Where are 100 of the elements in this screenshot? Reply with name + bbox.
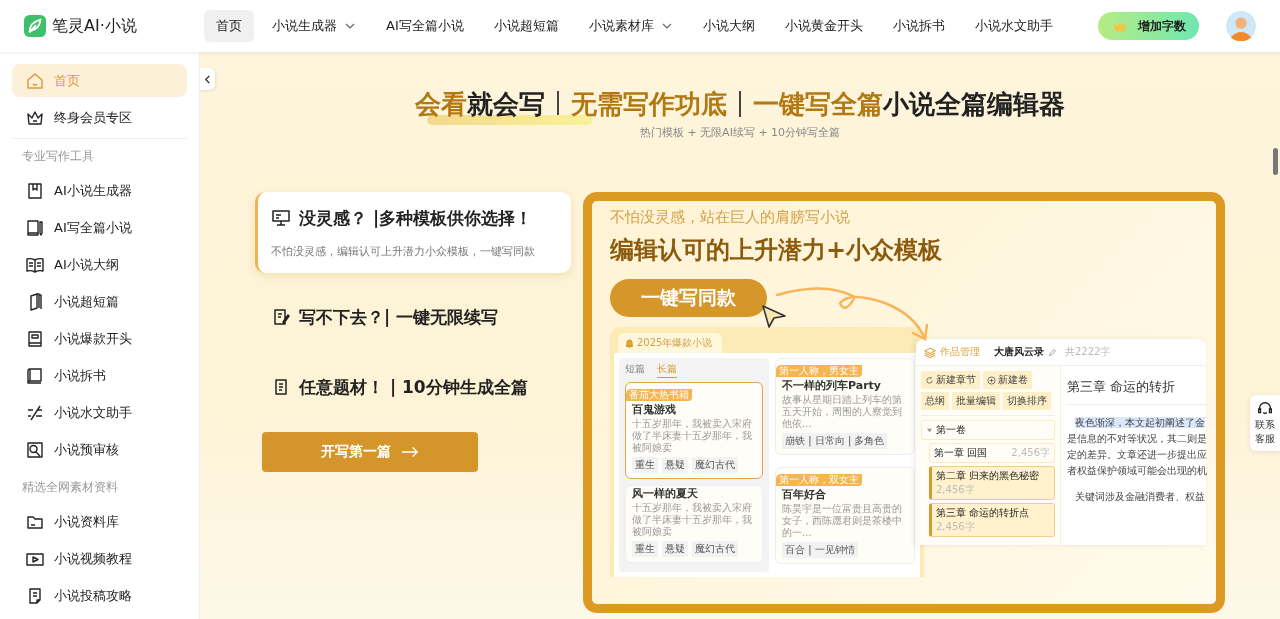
text-line: 是信息的不对等状况，其二则是 [1067, 433, 1207, 444]
pencil-icon [1048, 347, 1057, 357]
chapter-title: 第一章 回国 [934, 446, 988, 460]
tag: 魔幻古代 [692, 457, 738, 473]
subtitle: 热门模板 + 无限AI续写 + 10分钟写全篇 [638, 125, 842, 141]
nav-link[interactable]: 首页 [204, 10, 254, 42]
nav-link[interactable]: 小说拆书 [880, 10, 957, 42]
story-card[interactable]: 番茄大热书籍 百鬼游戏 十五岁那年，我被卖入宋府做了半床妻十五岁那年，我被阿娘卖 重生 悬疑 魔幻古代 [625, 382, 763, 479]
book-icon [25, 180, 45, 201]
story-description: 十五岁那年，我被卖入宋府做了半床妻十五岁那年，我被阿娘卖 [632, 502, 753, 538]
chapter-heading: 第三章 命运的转折 [1067, 378, 1177, 396]
scrollbar-thumb[interactable] [1273, 148, 1278, 175]
stack-icon [924, 346, 936, 358]
toolbar-button[interactable]: 批量编辑 [952, 392, 1000, 410]
tab-label: 2025年爆款小说 [637, 336, 713, 350]
logo-text: 笔灵AI·小说 [52, 15, 137, 37]
book-title: 大唐风云录 [994, 345, 1044, 359]
caret-icon [926, 426, 933, 434]
volume-item[interactable]: 第一卷 [921, 420, 1055, 440]
nav-link[interactable]: 小说生成器 [260, 10, 368, 42]
add-words-button[interactable]: 增加字数 [1098, 12, 1199, 40]
tag: 百合 | 一见钟情 [782, 542, 858, 558]
plus-circle-icon [987, 375, 996, 385]
logo-icon [24, 15, 46, 37]
toolbar-button[interactable]: 新建卷 [983, 371, 1032, 389]
story-description: 十五岁那年，我被卖入宋府做了半床妻十五岁那年，我被阿娘卖 [632, 418, 753, 454]
section-heading: 专业写作工具 [21, 148, 95, 165]
feature-item[interactable]: 任意题材！ | 10分钟生成全篇 [255, 367, 571, 407]
badge: 第一人称，双女主 [776, 474, 862, 486]
text-line: 关键词涉及金融消费者、权益 [1075, 491, 1205, 502]
tag: 重生 [632, 457, 658, 473]
search-icon [25, 439, 45, 460]
sidebar-item[interactable]: 小说爆款开头 [12, 322, 187, 355]
customer-service-button[interactable]: 联系客服 [1250, 395, 1280, 451]
toolbar-button[interactable]: 总纲 [921, 392, 949, 410]
nav-link[interactable]: 小说黄金开头 [772, 10, 875, 42]
chapter-item[interactable]: 第二章 归来的黑色秘密 2,456字 [929, 466, 1055, 500]
headline-text: 会看 [415, 88, 467, 121]
feature-card[interactable]: 没灵感？ |多种模板供你选择！ 不怕没灵感，编辑认可上升潜力小众模板，一键写同款 [255, 192, 571, 273]
feature-title: 没灵感？ |多种模板供你选择！ [299, 206, 533, 230]
sidebar-item[interactable]: 小说投稿攻略 [12, 579, 187, 612]
arrow-right-icon [401, 446, 419, 458]
text-line: 定的差异。文章还进一步提出应 [1067, 449, 1207, 460]
chapter-item[interactable]: 第一章 回国 2,456字 [929, 443, 1055, 463]
sidebar-item[interactable]: AI写全篇小说 [12, 211, 187, 244]
feature-title: 任意题材！ | 10分钟生成全篇 [299, 375, 528, 399]
nav-link[interactable]: 小说大纲 [690, 10, 767, 42]
section-heading: 精选全网素材资料 [21, 479, 119, 496]
toolbar-button[interactable]: 新建章节 [921, 371, 980, 389]
sidebar-item[interactable]: 小说视频教程 [12, 542, 187, 575]
sidebar-item[interactable]: 小说预审核 [12, 433, 187, 466]
chapter-word-count: 2,456字 [936, 520, 975, 534]
nav-link[interactable]: AI写全篇小说 [374, 10, 476, 42]
tag: 悬疑 [662, 541, 688, 557]
feature-description: 不怕没灵感，编辑认可上升潜力小众模板，一键写同款 [271, 243, 536, 259]
story-card[interactable]: 第一人称，男女主 不一样的列车Party 故事从星期日踏上列车的第五天开始，周围的人察觉到他依... 崩铁 | 日常向 | 多角色 [775, 358, 915, 455]
chapter-title: 第三章 命运的转折点 [936, 506, 1030, 520]
tag: 重生 [632, 541, 658, 557]
chapter-title: 第二章 归来的黑色秘密 [936, 469, 1040, 483]
nav-link[interactable]: 小说超短篇 [481, 10, 571, 42]
tag: 悬疑 [662, 457, 688, 473]
headline-text: 小说全篇编辑器 [883, 88, 1065, 121]
toolbar-button[interactable]: 切换排序 [1003, 392, 1051, 410]
feature-item[interactable]: 写不下去？| 一键无限续写 [255, 297, 571, 337]
text-line: 者权益保护领域可能会出现的机 [1067, 465, 1207, 476]
collapse-button[interactable] [200, 68, 215, 90]
sidebar-item[interactable]: 小说资料库 [12, 505, 187, 538]
story-title: 风一样的夏天 [632, 486, 699, 501]
sidebar-item[interactable]: 小说拆书 [12, 359, 187, 392]
monitor-icon [271, 208, 291, 228]
headline-text: 就会写 [467, 88, 545, 121]
chapter-item[interactable]: 第三章 命运的转折点 2,456字 [929, 503, 1055, 537]
sidebar-item[interactable]: AI小说生成器 [12, 174, 187, 207]
nav-link[interactable]: 小说素材库 [576, 10, 685, 42]
headline-text: 一键写全篇 [753, 88, 883, 121]
story-title: 不一样的列车Party [782, 378, 883, 393]
refresh-icon [925, 375, 934, 385]
home-icon [25, 70, 45, 91]
chevron-left-icon [204, 73, 211, 85]
labeled-book-icon [25, 328, 45, 349]
promo-subtitle: 不怕没灵感，站在巨人的肩膀写小说 [610, 207, 851, 227]
crown-icon [1111, 19, 1128, 33]
chapter-word-count: 2,456字 [936, 483, 975, 497]
story-card[interactable]: 风一样的夏天 十五岁那年，我被卖入宋府做了半床妻十五岁那年，我被阿娘卖 重生 悬疑 魔幻古代 [625, 485, 763, 563]
chapter-word-count: 2,456字 [1011, 446, 1050, 460]
sidebar-item[interactable]: 终身会员专区 [12, 101, 187, 134]
story-description: 故事从星期日踏上列车的第五天开始，周围的人察觉到他依... [782, 394, 903, 430]
sidebar-item[interactable]: 小说水文助手 [12, 396, 187, 429]
story-title: 百年好合 [782, 487, 827, 502]
sidebar-item[interactable]: 小说超短篇 [12, 285, 187, 318]
badge: 番茄大热书籍 [626, 389, 692, 401]
sidebar-item[interactable]: AI小说大纲 [12, 248, 187, 281]
tag: 崩铁 | 日常向 | 多角色 [782, 433, 888, 449]
headline-text: 无需写作功底 [571, 88, 727, 121]
book-pen-icon [25, 217, 45, 238]
section-label: 作品管理 [940, 345, 980, 359]
feature-title: 写不下去？| 一键无限续写 [299, 305, 499, 329]
avatar[interactable] [1226, 11, 1256, 41]
bell-icon [624, 337, 635, 349]
nav-link[interactable]: 小说水文助手 [962, 10, 1065, 42]
